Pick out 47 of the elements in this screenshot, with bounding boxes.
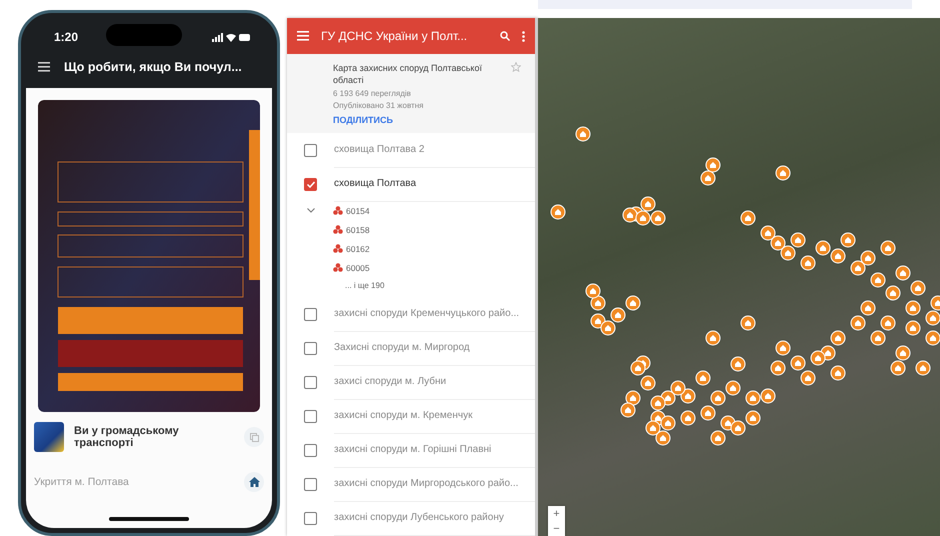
shelter-marker-icon — [333, 263, 343, 272]
chevron-down-icon[interactable] — [307, 208, 315, 214]
list-item-title[interactable]: Ви у громадському транспорті — [74, 425, 234, 449]
view-count: 6 193 649 переглядів — [333, 89, 412, 98]
layer-checkbox[interactable] — [304, 342, 317, 355]
shelter-marker-icon — [333, 206, 343, 216]
layer-name[interactable]: захисні споруди Миргородського райо... — [334, 466, 535, 502]
layer-checkbox[interactable] — [304, 512, 317, 525]
status-time: 1:20 — [54, 30, 78, 44]
publish-date: Опубліковано 31 жовтня — [333, 101, 424, 110]
layer-checkbox[interactable] — [304, 444, 317, 457]
layer-checkbox[interactable] — [304, 410, 317, 423]
place-id[interactable]: 60162 — [346, 244, 370, 254]
panel-title: ГУ ДСНС України у Полт... — [321, 29, 468, 43]
layer-checkbox[interactable] — [304, 144, 317, 157]
layer-name[interactable]: сховища Полтава — [334, 166, 535, 202]
layer-name[interactable]: захисні споруди Лубенського району — [334, 500, 535, 536]
layer-name[interactable]: захисні споруди Кременчуцького райо... — [334, 296, 535, 332]
more-count[interactable]: ... і ще 190 — [287, 277, 535, 298]
star-icon[interactable] — [511, 62, 521, 72]
zoom-out-button[interactable]: − — [548, 521, 565, 536]
zoom-in-button[interactable]: + — [548, 506, 565, 521]
screen-title: Що робити, якщо Ви почул... — [64, 60, 242, 74]
map-title: Карта захисних споруд Полтавської області — [333, 62, 483, 86]
layer-name[interactable]: захисні споруди м. Кременчук — [334, 398, 535, 434]
layer-checkbox[interactable] — [304, 376, 317, 389]
checkmark-icon — [306, 180, 314, 188]
place-id[interactable]: 60005 — [346, 262, 370, 273]
thumbnail-image — [34, 422, 64, 452]
place-id[interactable]: 60158 — [346, 224, 370, 235]
home-icon[interactable] — [244, 472, 264, 492]
layer-name[interactable]: захисні споруди м. Горішні Плавні — [334, 432, 535, 468]
section-title: Укриття м. Полтава — [34, 476, 130, 488]
layer-checkbox[interactable] — [304, 478, 317, 491]
layer-name[interactable]: Захисні споруди м. Миргород — [334, 330, 535, 366]
layer-checkbox[interactable] — [304, 178, 317, 191]
layer-name[interactable]: сховища Полтава 2 — [334, 132, 535, 168]
layer-checkbox[interactable] — [304, 308, 317, 321]
shelter-marker-icon — [333, 244, 343, 254]
more-icon[interactable] — [522, 30, 525, 42]
status-icons — [212, 32, 250, 42]
shelter-marker-icon — [333, 225, 343, 234]
menu-icon[interactable] — [38, 62, 50, 72]
share-link[interactable]: ПОДІЛИТИСЬ — [333, 115, 505, 126]
place-id[interactable]: 60154 — [346, 206, 370, 216]
search-icon[interactable] — [500, 31, 510, 41]
layer-name[interactable]: захисі споруди м. Лубни — [334, 364, 535, 400]
